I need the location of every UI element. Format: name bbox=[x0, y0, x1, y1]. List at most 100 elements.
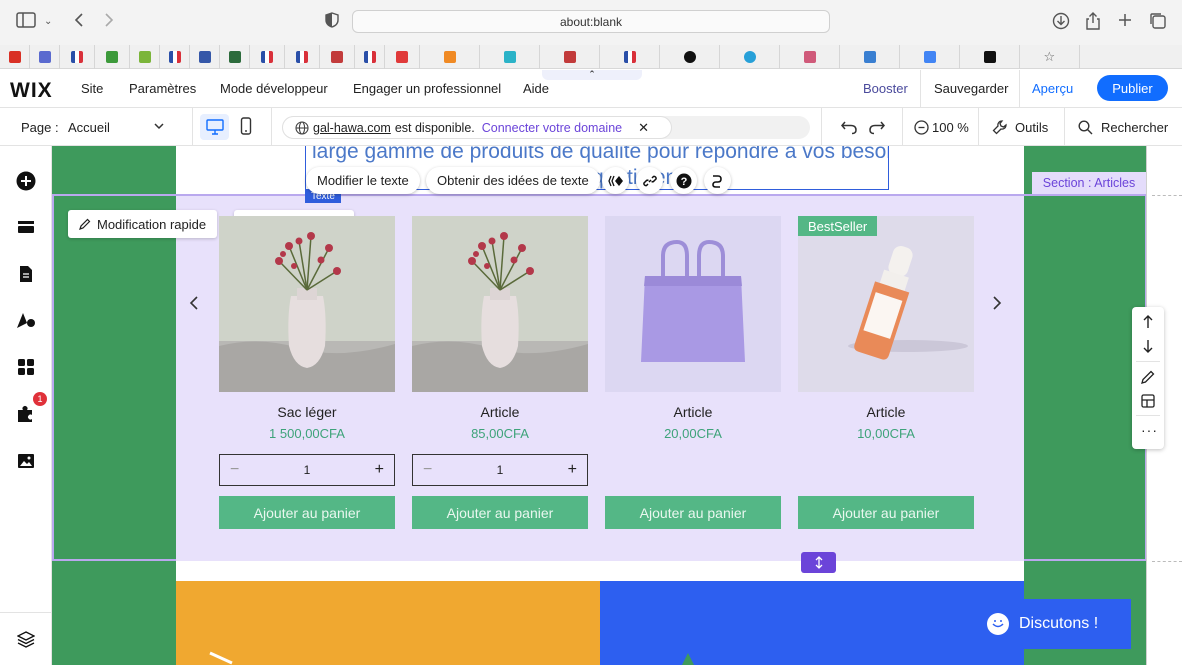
booster-button[interactable]: Booster bbox=[863, 81, 908, 96]
desktop-view-button[interactable] bbox=[200, 114, 229, 140]
design-pencil-icon[interactable] bbox=[1141, 370, 1155, 389]
carousel-prev-icon[interactable] bbox=[188, 295, 200, 316]
preview-button[interactable]: Aperçu bbox=[1032, 81, 1073, 96]
bookmark-item[interactable] bbox=[95, 45, 130, 69]
menu-site[interactable]: Site bbox=[81, 81, 103, 96]
bookmark-item[interactable] bbox=[320, 45, 355, 69]
forward-icon[interactable] bbox=[103, 12, 115, 34]
animation-button[interactable] bbox=[602, 167, 629, 194]
move-up-icon[interactable] bbox=[1141, 315, 1155, 334]
chevron-down-icon[interactable]: ⌄ bbox=[44, 12, 52, 32]
text-ideas-button[interactable]: Obtenir des idées de texte bbox=[426, 167, 600, 194]
move-down-icon[interactable] bbox=[1141, 339, 1155, 358]
bookmark-item[interactable] bbox=[190, 45, 220, 69]
collapse-header-handle[interactable]: ⌃ bbox=[542, 70, 642, 80]
mobile-view-button[interactable] bbox=[240, 117, 252, 140]
menu-help[interactable]: Aide bbox=[523, 81, 549, 96]
chevron-down-icon[interactable] bbox=[153, 119, 165, 137]
domain-name[interactable]: gal-hawa.com bbox=[313, 121, 391, 135]
minus-icon[interactable]: − bbox=[230, 461, 239, 479]
business-apps-button[interactable]: 1 bbox=[15, 392, 47, 425]
plus-icon[interactable]: + bbox=[568, 461, 577, 479]
undo-icon[interactable] bbox=[840, 119, 858, 140]
layout-icon[interactable] bbox=[1141, 394, 1155, 413]
wix-logo[interactable]: WIX bbox=[10, 79, 53, 103]
media-button[interactable] bbox=[15, 450, 37, 472]
help-button[interactable]: ? bbox=[670, 167, 697, 194]
add-to-cart-button[interactable]: Ajouter au panier bbox=[412, 496, 588, 529]
product-name[interactable]: Sac léger bbox=[219, 404, 395, 420]
search-icon[interactable] bbox=[1078, 120, 1093, 140]
tools-icon[interactable] bbox=[992, 119, 1008, 140]
address-bar[interactable]: about:blank bbox=[352, 10, 830, 33]
bookmark-item[interactable] bbox=[720, 45, 780, 69]
bookmark-item[interactable] bbox=[385, 45, 420, 69]
tabs-overview-icon[interactable] bbox=[1149, 12, 1167, 36]
add-elements-button[interactable] bbox=[15, 170, 37, 192]
menu-settings[interactable]: Paramètres bbox=[129, 81, 196, 96]
more-icon[interactable]: ··· bbox=[1141, 423, 1158, 437]
product-name[interactable]: Article bbox=[412, 404, 588, 420]
menu-hire-pro[interactable]: Engager un professionnel bbox=[353, 81, 501, 96]
bookmark-item[interactable] bbox=[250, 45, 285, 69]
quantity-stepper[interactable]: − 1 + bbox=[412, 454, 588, 486]
stretch-handle[interactable] bbox=[801, 552, 836, 573]
layers-button[interactable] bbox=[15, 628, 37, 650]
product-image[interactable] bbox=[798, 216, 974, 392]
zoom-level[interactable]: 100 % bbox=[932, 120, 969, 135]
chat-widget[interactable]: Discutons ! bbox=[956, 599, 1131, 649]
bookmark-item[interactable] bbox=[900, 45, 960, 69]
add-to-cart-button[interactable]: Ajouter au panier bbox=[219, 496, 395, 529]
product-image[interactable] bbox=[605, 216, 781, 392]
site-design-button[interactable] bbox=[15, 309, 37, 331]
apps-button[interactable] bbox=[15, 356, 37, 378]
menu-dev-mode[interactable]: Mode développeur bbox=[220, 81, 328, 96]
connect-domain-link[interactable]: Connecter votre domaine bbox=[482, 121, 622, 135]
section-label[interactable]: Section : Articles bbox=[1032, 172, 1146, 194]
close-icon[interactable]: ✕ bbox=[638, 120, 649, 136]
back-icon[interactable] bbox=[73, 12, 85, 34]
bookmark-item[interactable] bbox=[30, 45, 60, 69]
connect-button[interactable] bbox=[704, 167, 731, 194]
quick-edit-button[interactable]: Modification rapide bbox=[68, 210, 218, 238]
pages-button[interactable] bbox=[15, 263, 37, 285]
bookmark-item[interactable] bbox=[540, 45, 600, 69]
bookmark-item[interactable] bbox=[285, 45, 320, 69]
product-name[interactable]: Article bbox=[605, 404, 781, 420]
download-icon[interactable] bbox=[1052, 12, 1070, 36]
bookmark-item[interactable] bbox=[660, 45, 720, 69]
product-image[interactable] bbox=[219, 216, 395, 392]
bookmark-item[interactable] bbox=[160, 45, 190, 69]
bookmark-item[interactable] bbox=[130, 45, 160, 69]
link-button[interactable] bbox=[636, 167, 663, 194]
product-name[interactable]: Article bbox=[798, 404, 974, 420]
edit-text-button[interactable]: Modifier le texte bbox=[306, 167, 420, 194]
new-tab-icon[interactable] bbox=[1117, 12, 1133, 34]
bookmark-item[interactable] bbox=[960, 45, 1020, 69]
minus-icon[interactable]: − bbox=[423, 461, 432, 479]
tools-button[interactable]: Outils bbox=[1015, 120, 1048, 135]
bookmark-item[interactable] bbox=[480, 45, 540, 69]
bookmark-item[interactable] bbox=[840, 45, 900, 69]
search-button[interactable]: Rechercher bbox=[1101, 120, 1168, 135]
share-icon[interactable] bbox=[1085, 12, 1101, 36]
bookmark-item[interactable] bbox=[60, 45, 95, 69]
quantity-stepper[interactable]: − 1 + bbox=[219, 454, 395, 486]
add-to-cart-button[interactable]: Ajouter au panier bbox=[798, 496, 974, 529]
plus-icon[interactable]: + bbox=[375, 461, 384, 479]
bookmark-item[interactable] bbox=[220, 45, 250, 69]
bookmark-item[interactable] bbox=[780, 45, 840, 69]
bookmark-item[interactable]: ☆ bbox=[1020, 45, 1080, 69]
redo-icon[interactable] bbox=[868, 119, 886, 140]
add-section-button[interactable] bbox=[15, 217, 37, 239]
publish-button[interactable]: Publier bbox=[1097, 75, 1168, 101]
bookmark-item[interactable] bbox=[600, 45, 660, 69]
bookmark-item[interactable] bbox=[420, 45, 480, 69]
product-image[interactable] bbox=[412, 216, 588, 392]
page-selector[interactable]: Accueil bbox=[68, 120, 110, 135]
sidebar-toggle-icon[interactable] bbox=[16, 12, 36, 34]
add-to-cart-button[interactable]: Ajouter au panier bbox=[605, 496, 781, 529]
carousel-next-icon[interactable] bbox=[991, 295, 1003, 316]
shield-icon[interactable] bbox=[325, 12, 339, 34]
zoom-out-icon[interactable] bbox=[914, 120, 929, 140]
